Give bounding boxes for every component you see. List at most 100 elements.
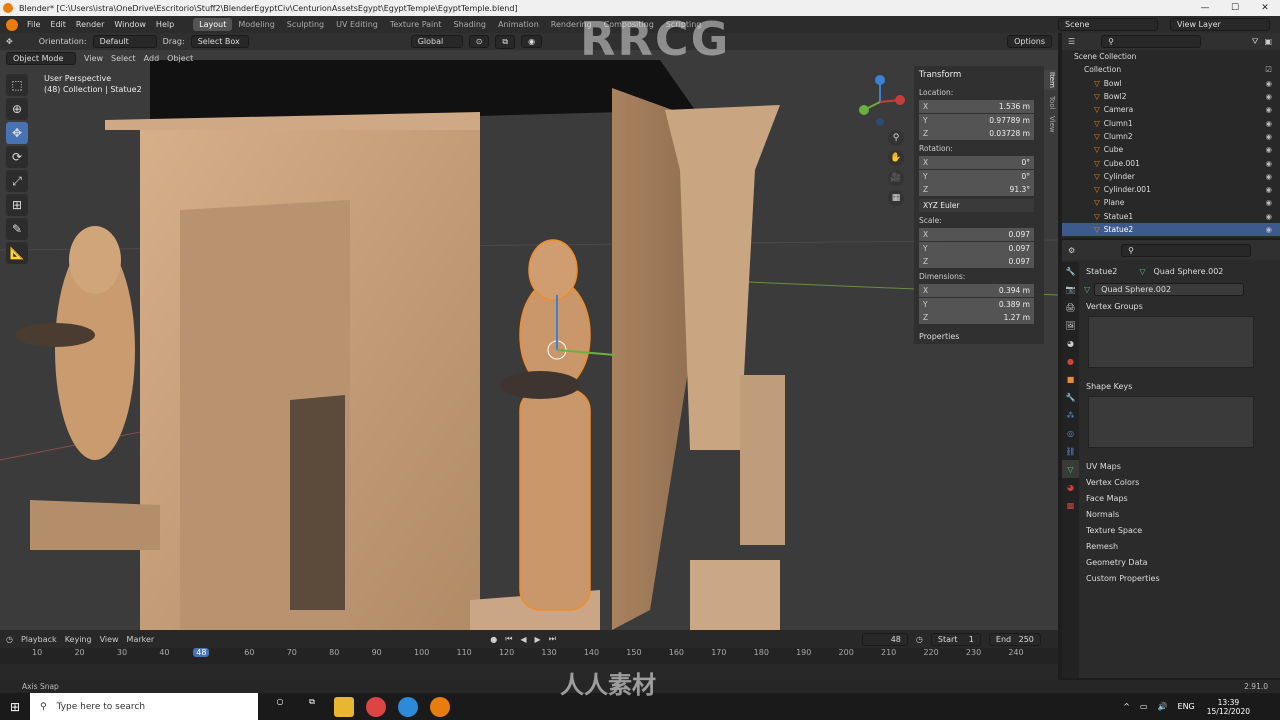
clock[interactable]: 13:39 15/12/2020 [1207,698,1250,716]
view-layer-props-icon[interactable]: 🖼 [1062,316,1079,334]
particles-props-icon[interactable]: ⁂ [1062,406,1079,424]
visibility-eye-icon[interactable]: ◉ [1265,145,1272,154]
vertex-groups-list[interactable] [1088,316,1254,368]
outliner-item[interactable]: ▽ Statue1 ◉ [1062,210,1280,223]
location-y-field[interactable]: Y 0.97789 m [919,113,1034,127]
play-reverse-icon[interactable]: ◀ [520,635,526,644]
dimensions-x-field[interactable]: X 0.394 m [919,284,1034,297]
orientation-dropdown[interactable]: Default [92,35,157,48]
scale-z-field[interactable]: Z 0.097 [919,255,1034,268]
texture-props-icon[interactable]: ▩ [1062,496,1079,514]
outliner-item[interactable]: ▽ Clumn2 ◉ [1062,130,1280,143]
menu-file[interactable]: File [22,20,45,29]
menu-help[interactable]: Help [151,20,179,29]
camera-view-icon[interactable]: 🎥 [888,170,904,186]
object-menu[interactable]: Object [167,54,193,63]
physics-props-icon[interactable]: ◎ [1062,424,1079,442]
snap-toggle[interactable]: ⧉ [495,34,516,49]
scene-selector[interactable]: Scene [1058,18,1158,31]
language-indicator[interactable]: ENG [1178,702,1195,711]
scale-tool-icon[interactable]: ⤢ [6,170,28,192]
props-section-custom-properties[interactable]: Custom Properties [1080,570,1280,586]
navigation-gizmo[interactable] [850,72,910,132]
visibility-eye-icon[interactable]: ◉ [1265,119,1272,128]
rotate-tool-icon[interactable]: ⟳ [6,146,28,168]
visibility-eye-icon[interactable]: ◉ [1265,185,1272,194]
outliner-item[interactable]: ▽ Cylinder.001 ◉ [1062,183,1280,196]
options-dropdown[interactable]: Options [1007,35,1052,48]
outliner-editor-icon[interactable]: ☰ [1068,37,1075,46]
close-icon[interactable]: ✕ [1250,3,1280,13]
props-section-uv-maps[interactable]: UV Maps [1080,458,1280,474]
taskbar-search[interactable]: ⚲ Type here to search [30,693,258,720]
vertex-groups-panel[interactable]: Vertex Groups [1080,298,1280,314]
tab-modeling[interactable]: Modeling [232,18,280,31]
properties-search[interactable]: ⚲ [1121,243,1252,257]
menu-window[interactable]: Window [109,20,151,29]
select-box-tool-icon[interactable]: ⬚ [6,74,28,96]
proportional-toggle[interactable]: ◉ [521,35,543,48]
render-props-icon[interactable]: 📷 [1062,280,1079,298]
outliner-scene-collection[interactable]: Scene Collection [1062,50,1280,63]
dimensions-z-field[interactable]: Z 1.27 m [919,311,1034,324]
constraints-props-icon[interactable]: ⛓ [1062,442,1079,460]
tool-props-icon[interactable]: 🔧 [1062,262,1079,280]
location-x-field[interactable]: X 1.536 m [919,100,1034,113]
timeline-ruler[interactable]: 10 20 30 40 48 60 70 80 90 100 110 120 130 140 150 160 1… [0,648,1058,664]
edge-icon[interactable] [398,696,418,717]
visibility-eye-icon[interactable]: ◉ [1265,212,1272,221]
transform-header[interactable]: Transform [919,70,1039,80]
visibility-eye-icon[interactable]: ◉ [1265,132,1272,141]
props-section-texture-space[interactable]: Texture Space [1080,522,1280,538]
rotation-z-field[interactable]: Z 91.3° [919,183,1034,196]
mode-dropdown[interactable]: Object Mode [6,52,76,65]
shape-keys-list[interactable] [1088,396,1254,448]
view-menu[interactable]: View [84,54,103,63]
mesh-data-props-icon[interactable]: ▽ [1062,460,1079,478]
outliner-item[interactable]: ▽ Statue2 ◉ [1062,222,1280,237]
file-explorer-icon[interactable] [334,696,354,717]
outliner-item[interactable]: ▽ Cylinder ◉ [1062,170,1280,183]
windows-start-icon[interactable]: ⊞ [0,700,30,714]
dimensions-y-field[interactable]: Y 0.389 m [919,297,1034,311]
clock-icon[interactable]: ◷ [916,635,923,644]
props-section-remesh[interactable]: Remesh [1080,538,1280,554]
marker-menu[interactable]: Marker [127,635,155,644]
timeline-editor-icon[interactable]: ◷ [6,635,13,644]
tab-item[interactable]: Item [1044,70,1056,90]
outliner-item[interactable]: ▽ Cube.001 ◉ [1062,156,1280,169]
move-tool-icon[interactable]: ✥ [6,122,28,144]
visibility-eye-icon[interactable]: ◉ [1265,198,1272,207]
transform-orientation-dropdown[interactable]: Global [410,35,463,48]
outliner-item[interactable]: ▽ Plane ◉ [1062,196,1280,209]
tab-sculpting[interactable]: Sculpting [281,18,330,31]
visibility-eye-icon[interactable]: ◉ [1265,172,1272,181]
menu-render[interactable]: Render [71,20,109,29]
task-view-icon[interactable]: ○ [270,697,290,717]
task-switch-icon[interactable]: ⧉ [302,697,322,717]
location-z-field[interactable]: Z 0.03728 m [919,127,1034,140]
drag-dropdown[interactable]: Select Box [190,35,249,48]
visibility-eye-icon[interactable]: ◉ [1265,159,1272,168]
add-menu[interactable]: Add [144,54,160,63]
frame-end-field[interactable]: End 250 [988,632,1041,646]
tab-view[interactable]: View [1044,116,1056,133]
maximize-icon[interactable]: ☐ [1220,3,1250,13]
tab-animation[interactable]: Animation [492,18,545,31]
props-section-normals[interactable]: Normals [1080,506,1280,522]
annotate-tool-icon[interactable]: ✎ [6,218,28,240]
current-frame-field[interactable]: 48 [861,632,908,646]
props-section-face-maps[interactable]: Face Maps [1080,490,1280,506]
blender-menu-icon[interactable] [6,18,18,31]
view-layer-selector[interactable]: View Layer [1170,18,1270,31]
blender-taskbar-icon[interactable] [430,696,450,717]
rotation-y-field[interactable]: Y 0° [919,169,1034,183]
scale-y-field[interactable]: Y 0.097 [919,241,1034,255]
timeline-view-menu[interactable]: View [100,635,119,644]
output-props-icon[interactable]: 🖨 [1062,298,1079,316]
network-icon[interactable]: ▭ [1140,702,1148,711]
visibility-eye-icon[interactable]: ◉ [1265,92,1272,101]
pivot-dropdown[interactable]: ⊙ [468,35,490,48]
outliner-search[interactable]: ⚲ [1101,35,1202,48]
scene-props-icon[interactable]: ◕ [1062,334,1079,352]
